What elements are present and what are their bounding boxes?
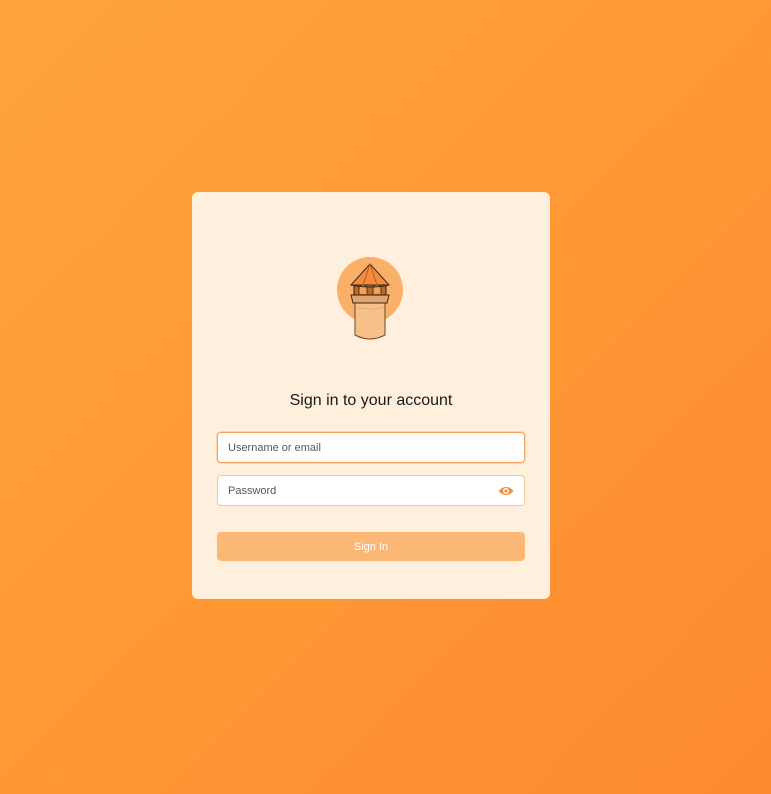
login-card: Sign in to your account Sign In: [192, 192, 550, 599]
page-title: Sign in to your account: [289, 392, 453, 409]
sign-in-button[interactable]: Sign In: [217, 532, 525, 561]
lighthouse-logo-icon: [337, 257, 403, 340]
password-field[interactable]: [217, 475, 525, 506]
username-field[interactable]: [217, 432, 525, 463]
password-input[interactable]: [218, 476, 524, 505]
username-input[interactable]: [218, 433, 524, 462]
eye-icon[interactable]: [498, 485, 514, 497]
